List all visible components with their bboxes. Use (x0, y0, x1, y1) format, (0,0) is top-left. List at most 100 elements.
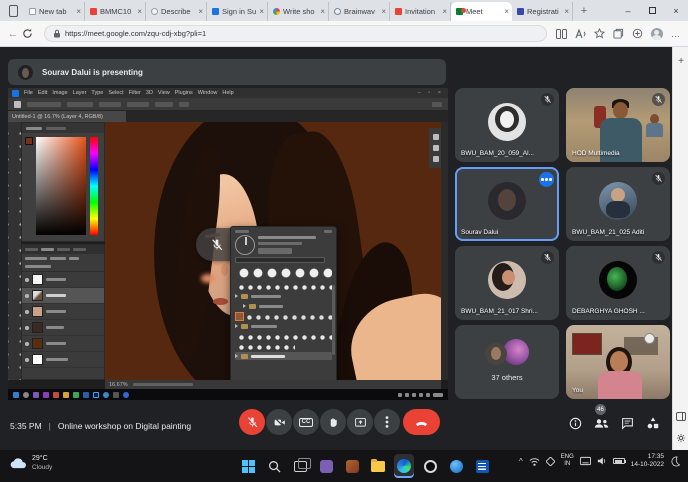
color-saturation-field (36, 137, 86, 235)
presentation-stage-photoshop[interactable]: File Edit Image Layer Type Select Filter… (8, 88, 448, 400)
tab-meet-active[interactable]: Meet × (451, 2, 512, 21)
refresh-button[interactable] (22, 28, 40, 39)
brush-thumbnails-row (235, 342, 295, 350)
word-app-icon (476, 460, 489, 473)
battery-icon[interactable] (613, 458, 625, 464)
menu-type: Type (91, 90, 103, 96)
tab-close-icon[interactable]: × (76, 8, 81, 16)
tab-bmmc[interactable]: BMMC10 × (85, 2, 146, 21)
minimize-button[interactable]: – (616, 0, 640, 21)
maximize-button[interactable] (640, 0, 664, 21)
layer-row-selected (22, 288, 104, 304)
task-view-icon (294, 461, 307, 472)
split-screen-icon[interactable] (555, 27, 568, 40)
tab-close-icon[interactable]: × (381, 8, 386, 16)
tab-close-icon[interactable]: × (442, 8, 447, 16)
new-tab-button[interactable]: + (577, 4, 591, 18)
start-button[interactable] (238, 454, 258, 478)
tab-close-icon[interactable]: × (564, 8, 569, 16)
sidebar-settings-gear-icon[interactable] (675, 432, 687, 444)
captions-button[interactable]: CC (293, 409, 319, 435)
participant-tile-aditi[interactable]: BWU_BAM_21_025 Aditi (566, 167, 670, 241)
photos-app-button[interactable] (342, 454, 362, 478)
profile-avatar-icon[interactable] (650, 27, 663, 40)
camera-app-button[interactable] (420, 454, 440, 478)
search-favicon (151, 8, 158, 15)
close-button[interactable]: × (664, 0, 688, 21)
tab-close-icon[interactable]: × (198, 8, 203, 16)
activities-button[interactable] (644, 414, 662, 432)
tab-describe[interactable]: Describe × (146, 2, 207, 21)
tab-actions-menu-icon[interactable] (4, 3, 22, 19)
more-vertical-icon (385, 415, 389, 429)
participant-count-badge: 46 (595, 404, 606, 415)
tab-brainwave[interactable]: Brainwav × (329, 2, 390, 21)
photoshop-options-bar (8, 98, 448, 111)
tab-close-icon[interactable]: × (137, 8, 142, 16)
extensions-icon[interactable] (631, 27, 644, 40)
meet-favicon-recording-dot (456, 8, 463, 15)
sidebar-panel-icon[interactable] (675, 410, 687, 422)
present-screen-button[interactable] (347, 409, 373, 435)
task-view-button[interactable] (290, 454, 310, 478)
volume-icon[interactable] (597, 456, 607, 466)
collections-icon[interactable] (612, 27, 625, 40)
search-icon (268, 460, 281, 473)
participant-tile-shri[interactable]: BWU_BAM_21_017 Shri... (455, 246, 559, 320)
file-explorer-button[interactable] (368, 454, 388, 478)
mic-muted-icon (652, 251, 665, 264)
tab-registration[interactable]: Registrati × (512, 2, 573, 21)
edge-browser-button-active[interactable] (394, 454, 414, 478)
end-call-button[interactable] (403, 409, 440, 435)
browser-menu-icon[interactable]: … (669, 27, 682, 40)
onedrive-icon[interactable] (546, 457, 555, 466)
network-icon[interactable] (529, 456, 540, 467)
brush-selected-swatch-row (235, 312, 332, 320)
tab-close-icon[interactable]: × (504, 8, 509, 16)
participant-name: DEBARGHYA GHOSH ... (572, 308, 645, 315)
skype-app-button[interactable] (446, 454, 466, 478)
brush-group-folder (235, 292, 332, 300)
mail-app-button[interactable] (316, 454, 336, 478)
participants-button[interactable] (592, 414, 610, 432)
participant-tile-others[interactable]: 37 others (455, 325, 559, 399)
tile-more-options-button[interactable] (539, 172, 554, 187)
back-button[interactable]: ← (4, 28, 22, 40)
layer-row-background (22, 352, 104, 368)
participant-tile-sourav-selected[interactable]: Sourav Dalui (455, 167, 559, 241)
tray-expand-icon[interactable]: ^ (519, 457, 523, 466)
chat-button[interactable] (618, 414, 636, 432)
tab-sign-in[interactable]: Sign in Su × (207, 2, 268, 21)
touch-keyboard-icon[interactable] (580, 456, 591, 466)
address-bar[interactable]: https://meet.google.com/zqu-cdj-xbg?pli=… (44, 25, 547, 42)
word-app-button[interactable] (472, 454, 492, 478)
photoshop-document-tab-row: Untitled-1 @ 16.7% (Layer 4, RGB/8) (8, 111, 448, 122)
taskbar-weather-widget[interactable]: 29°C Cloudy (10, 455, 52, 472)
photoshop-logo-icon (12, 90, 19, 97)
taskbar-clock[interactable]: 17:35 14-10-2022 (631, 453, 664, 470)
meeting-info: 5:35 PM | Online workshop on Digital pai… (10, 421, 191, 431)
participant-tile-hod[interactable]: HOD Multimedia (566, 88, 670, 162)
read-aloud-icon[interactable] (574, 27, 587, 40)
language-indicator[interactable]: ENG IN (561, 454, 574, 468)
favorites-star-icon[interactable] (593, 27, 606, 40)
participant-tile-you[interactable]: You (566, 325, 670, 399)
tab-close-icon[interactable]: × (320, 8, 325, 16)
meeting-details-button[interactable] (566, 414, 584, 432)
more-options-button[interactable] (374, 409, 400, 435)
brush-angle-dial (235, 235, 255, 255)
tab-write[interactable]: Write sho × (268, 2, 329, 21)
participant-tile-debarghya[interactable]: DEBARGHYA GHOSH ... (566, 246, 670, 320)
tab-close-icon[interactable]: × (259, 8, 264, 16)
tab-invitation[interactable]: Invitation × (390, 2, 451, 21)
search-button[interactable] (264, 454, 284, 478)
sidebar-add-icon[interactable]: + (675, 55, 687, 67)
browser-tab-strip: New tab × BMMC10 × Describe × Sign in Su… (0, 0, 688, 21)
camera-toggle-button[interactable] (266, 409, 292, 435)
tab-new-tab[interactable]: New tab × (24, 2, 85, 21)
mic-toggle-button-muted[interactable] (239, 409, 265, 435)
raise-hand-button[interactable] (320, 409, 346, 435)
notifications-moon-icon[interactable] (670, 456, 680, 467)
participant-tile-al[interactable]: BWU_BAM_20_059_Al... (455, 88, 559, 162)
tab-label: Meet (466, 7, 501, 16)
